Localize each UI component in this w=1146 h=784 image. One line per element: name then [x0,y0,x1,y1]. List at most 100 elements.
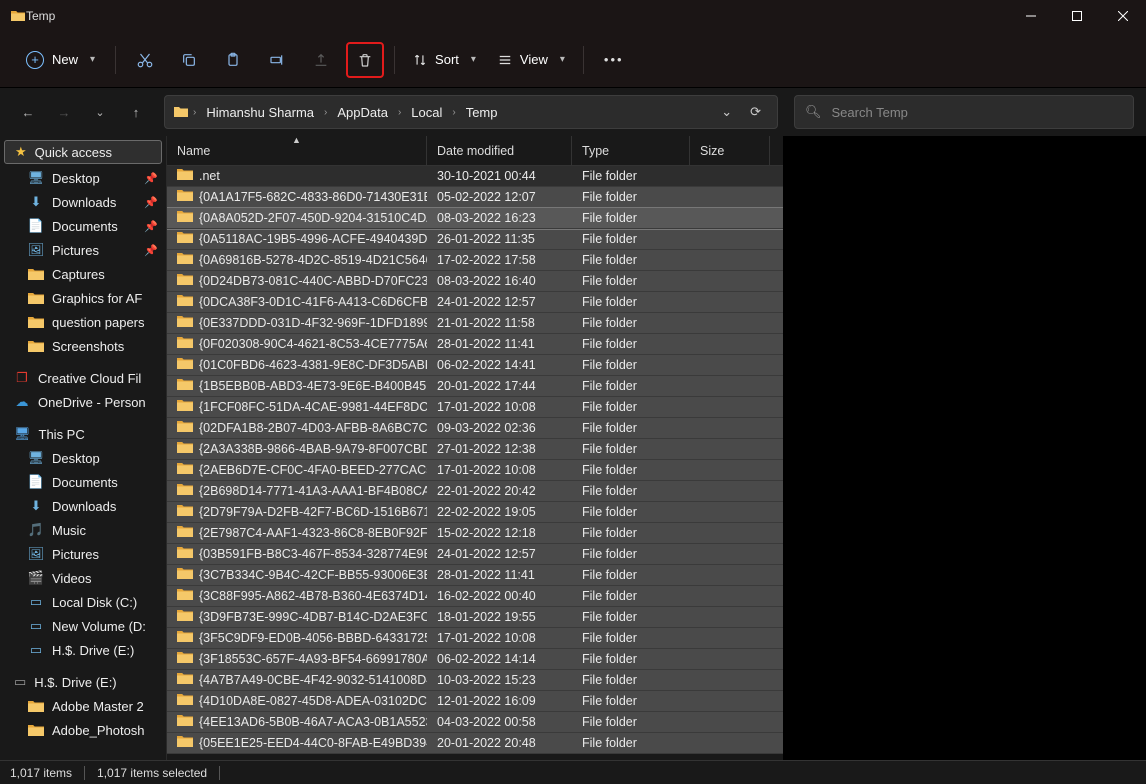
table-row[interactable]: {1B5EBB0B-ABD3-4E73-9E6E-B400B45B1... 20… [167,376,783,397]
table-row[interactable]: {01C0FBD6-4623-4381-9E8C-DF3D5ABF8... 06… [167,355,783,376]
search-input[interactable]: 🔍︎ Search Temp [794,95,1134,129]
view-button[interactable]: View ▾ [490,46,573,73]
folder-icon [177,315,193,331]
close-button[interactable] [1100,0,1146,32]
sort-button[interactable]: Sort ▾ [405,46,484,73]
table-row[interactable]: {0E337DDD-031D-4F32-969F-1DFD189964... 2… [167,313,783,334]
sidebar-item[interactable]: 📄 Documents [0,470,166,494]
table-row[interactable]: {3C88F995-A862-4B78-B360-4E6374D143... 1… [167,586,783,607]
separator [394,46,395,74]
table-row[interactable]: {2B698D14-7771-41A3-AAA1-BF4B08CA0... 22… [167,481,783,502]
paste-button[interactable] [214,42,252,78]
minimize-button[interactable] [1008,0,1054,32]
sidebar-quick-access[interactable]: ★ Quick access [4,140,162,164]
col-name[interactable]: Name▲ [167,136,427,165]
sidebar-item[interactable]: 🖼 Pictures 📌 [0,238,166,262]
sidebar-item[interactable]: 🖥 Desktop 📌 [0,166,166,190]
search-placeholder: Search Temp [832,105,908,120]
new-button[interactable]: + New ▾ [16,45,105,75]
table-row[interactable]: {05EE1E25-EED4-44C0-8FAB-E49BD39420... 2… [167,733,783,754]
sidebar-item-label: Music [52,523,86,538]
desktop-icon: 🖥 [28,450,44,466]
preview-pane [783,136,1146,760]
cut-button[interactable] [126,42,164,78]
breadcrumb-sep: › [322,107,329,118]
sidebar-item[interactable]: ⬇ Downloads [0,494,166,518]
breadcrumb[interactable]: Temp [460,101,504,124]
col-date[interactable]: Date modified [427,136,572,165]
sidebar-item[interactable]: ▭ New Volume (D: [0,614,166,638]
sidebar-item[interactable]: Captures [0,262,166,286]
col-type[interactable]: Type [572,136,690,165]
table-row[interactable]: {4A7B7A49-0CBE-4F42-9032-5141008D4D... 1… [167,670,783,691]
copy-button[interactable] [170,42,208,78]
table-row[interactable]: {3F5C9DF9-ED0B-4056-BBBD-64331725E9... 1… [167,628,783,649]
rename-button[interactable] [258,42,296,78]
sidebar-this-pc[interactable]: 🖥 This PC [0,422,166,446]
table-row[interactable]: {3C7B334C-9B4C-42CF-BB55-93006E3E9... 28… [167,565,783,586]
sidebar-item[interactable]: ▭ Local Disk (C:) [0,590,166,614]
sidebar-item[interactable]: 📄 Documents 📌 [0,214,166,238]
sidebar-item[interactable]: ⬇ Downloads 📌 [0,190,166,214]
table-row[interactable]: {4D10DA8E-0827-45D8-ADEA-03102DC2... 12-… [167,691,783,712]
more-button[interactable]: ••• [594,52,634,67]
file-type: File folder [572,652,690,666]
breadcrumb[interactable]: Himanshu Sharma [200,101,320,124]
sidebar-item[interactable]: Screenshots [0,334,166,358]
sidebar-item[interactable]: 🖼 Pictures [0,542,166,566]
file-type: File folder [572,295,690,309]
refresh-button[interactable]: ⟳ [742,100,769,124]
up-button[interactable]: ↑ [120,96,152,128]
forward-button[interactable]: → [48,96,80,128]
breadcrumb-sep: › [450,107,457,118]
maximize-button[interactable] [1054,0,1100,32]
drive-icon: ▭ [14,674,26,690]
sidebar-item[interactable]: 🎵 Music [0,518,166,542]
table-row[interactable]: {4EE13AD6-5B0B-46A7-ACA3-0B1A55237... 04… [167,712,783,733]
sidebar-item[interactable]: ❐ Creative Cloud Fil [0,366,166,390]
breadcrumb[interactable]: AppData [331,101,394,124]
address-bar[interactable]: › Himanshu Sharma › AppData › Local › Te… [164,95,778,129]
table-row[interactable]: {2A3A338B-9866-4BAB-9A79-8F007CBD8... 27… [167,439,783,460]
table-row[interactable]: {02DFA1B8-2B07-4D03-AFBB-8A6BC7C0... 09-… [167,418,783,439]
sidebar-drive-e[interactable]: ▭ H.$. Drive (E:) [0,670,166,694]
sidebar-item[interactable]: Adobe_Photosh [0,718,166,742]
table-row[interactable]: {3D9FB73E-999C-4DB7-B14C-D2AE3FC7A... 18… [167,607,783,628]
search-icon: 🔍︎ [805,104,822,120]
share-button[interactable] [302,42,340,78]
table-row[interactable]: {0A8A052D-2F07-450D-9204-31510C4DA... 08… [167,208,783,229]
sidebar-item[interactable]: Adobe Master 2 [0,694,166,718]
delete-button[interactable] [346,42,384,78]
table-row[interactable]: {0F020308-90C4-4621-8C53-4CE7775A6A... 2… [167,334,783,355]
table-row[interactable]: {0A1A17F5-682C-4833-86D0-71430E31EF... 0… [167,187,783,208]
chevron-down-icon[interactable]: ⌄ [713,100,740,124]
sidebar-item[interactable]: Graphics for AF [0,286,166,310]
file-name: {4D10DA8E-0827-45D8-ADEA-03102DC2... [199,694,427,708]
sidebar-item[interactable]: 🖥 Desktop [0,446,166,470]
separator [115,46,116,74]
sidebar-item[interactable]: ▭ H.$. Drive (E:) [0,638,166,662]
table-row[interactable]: {0DCA38F3-0D1C-41F6-A413-C6D6CFB4... 24-… [167,292,783,313]
file-type: File folder [572,442,690,456]
table-row[interactable]: {3F18553C-657F-4A93-BF54-66991780AE6... … [167,649,783,670]
table-row[interactable]: {2D79F79A-D2FB-42F7-BC6D-1516B6710... 22… [167,502,783,523]
sidebar-item-label: New Volume (D: [52,619,146,634]
sidebar-item[interactable]: question papers [0,310,166,334]
back-button[interactable]: ← [12,96,44,128]
table-row[interactable]: {03B591FB-B8C3-467F-8534-328774E9BD... 2… [167,544,783,565]
table-row[interactable]: .net 30-10-2021 00:44 File folder [167,166,783,187]
sidebar-item[interactable]: 🎬 Videos [0,566,166,590]
file-date: 17-01-2022 10:08 [427,463,572,477]
table-row[interactable]: {0A5118AC-19B5-4996-ACFE-4940439D9... 26… [167,229,783,250]
col-size[interactable]: Size [690,136,770,165]
toolbar: + New ▾ Sort ▾ View ▾ ••• [0,32,1146,88]
table-row[interactable]: {0D24DB73-081C-440C-ABBD-D70FC2371... 08… [167,271,783,292]
table-row[interactable]: {2E7987C4-AAF1-4323-86C8-8EB0F92F23... 1… [167,523,783,544]
table-row[interactable]: {0A69816B-5278-4D2C-8519-4D21C5646B... 1… [167,250,783,271]
table-row[interactable]: {2AEB6D7E-CF0C-4FA0-BEED-277CAC5E3... 17… [167,460,783,481]
sidebar-item[interactable]: ☁ OneDrive - Person [0,390,166,414]
table-row[interactable]: {1FCF08FC-51DA-4CAE-9981-44EF8DCA5... 17… [167,397,783,418]
folder-icon [28,698,44,714]
recent-button[interactable]: ⌄ [84,96,116,128]
breadcrumb[interactable]: Local [405,101,448,124]
